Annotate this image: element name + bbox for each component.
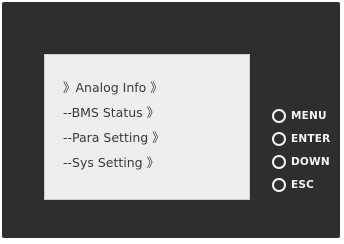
down-button[interactable]: DOWN	[272, 153, 330, 171]
esc-button-label: ESC	[291, 179, 315, 191]
control-panel: 》Analog Info 》 --BMS Status 》 --Para Set…	[2, 2, 340, 238]
enter-button[interactable]: ENTER	[272, 130, 330, 148]
enter-button-label: ENTER	[291, 133, 331, 145]
menu-button-label: MENU	[291, 110, 327, 122]
menu-item-bms-status[interactable]: --BMS Status 》	[63, 105, 159, 121]
circle-button-icon[interactable]	[272, 178, 286, 192]
down-button-label: DOWN	[291, 156, 330, 168]
menu-item-para-setting[interactable]: --Para Setting 》	[63, 130, 165, 146]
lcd-screen: 》Analog Info 》 --BMS Status 》 --Para Set…	[44, 54, 250, 200]
esc-button[interactable]: ESC	[272, 176, 314, 194]
circle-button-icon[interactable]	[272, 132, 286, 146]
circle-button-icon[interactable]	[272, 109, 286, 123]
device: 》Analog Info 》 --BMS Status 》 --Para Set…	[0, 0, 344, 244]
menu-item-analog-info[interactable]: 》Analog Info 》	[63, 80, 163, 96]
menu-button[interactable]: MENU	[272, 107, 327, 125]
circle-button-icon[interactable]	[272, 155, 286, 169]
menu-item-sys-setting[interactable]: --Sys Setting 》	[63, 155, 159, 171]
